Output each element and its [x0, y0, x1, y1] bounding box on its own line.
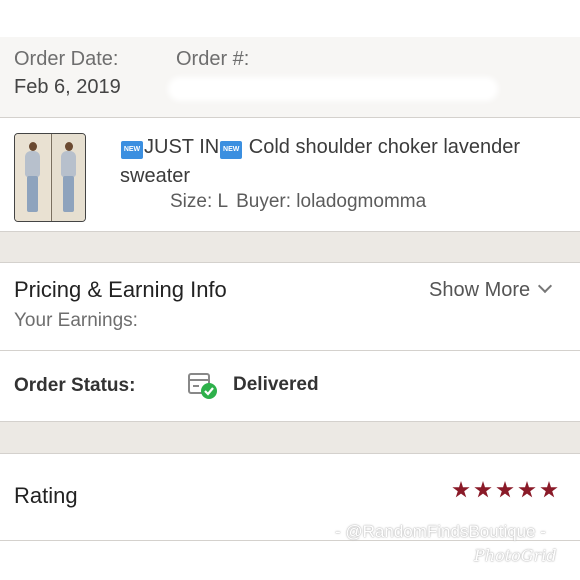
redacted-avatar: [118, 190, 162, 218]
order-date-label: Order Date:: [14, 48, 119, 70]
order-status-value: Delivered: [233, 374, 319, 395]
order-status-section: Order Status: Delivered: [0, 351, 580, 421]
order-status-label: Order Status:: [14, 375, 136, 396]
chevron-down-icon: [538, 278, 553, 294]
item-buyer: Buyer: loladogmomma: [236, 191, 427, 212]
watermark-app: PhotoGrid: [474, 546, 557, 565]
section-gap: [0, 232, 580, 262]
item-meta: Size: L Buyer: loladogmomma: [170, 191, 426, 213]
package-delivered-icon: [188, 373, 217, 399]
redacted-order-number: [168, 77, 498, 101]
star-icon: [518, 481, 536, 498]
show-more-label: Show More: [429, 279, 531, 301]
star-icon: [474, 481, 492, 498]
section-gap: [0, 422, 580, 453]
order-number-label: Order #:: [176, 48, 250, 70]
new-badge-icon: NEW: [220, 141, 243, 159]
rating-label: Rating: [14, 483, 78, 508]
top-margin: [0, 0, 580, 37]
item-thumbnail[interactable]: [14, 133, 86, 222]
star-icon: [452, 481, 470, 498]
thumbnail-back-view: [51, 134, 85, 221]
new-badge-icon: NEW: [121, 141, 143, 159]
watermark-handle: - @RandomFindsBoutique -: [335, 522, 546, 541]
thumbnail-front-view: [15, 134, 50, 221]
earnings-label: Your Earnings:: [14, 310, 138, 331]
redacted-earnings: [160, 310, 245, 334]
star-icon: [540, 481, 558, 498]
star-icon: [496, 481, 514, 498]
pricing-title: Pricing & Earning Info: [14, 277, 227, 302]
show-more-button[interactable]: Show More: [429, 278, 553, 302]
order-item[interactable]: NEW JUST IN NEW Cold shoulder choker laven…: [0, 118, 580, 231]
item-size: Size: L: [170, 191, 229, 212]
star-rating: [452, 481, 562, 501]
pricing-section: Pricing & Earning Info Show More Your Ea…: [0, 263, 580, 350]
item-title[interactable]: NEW JUST IN NEW Cold shoulder choker laven…: [120, 133, 565, 191]
order-header: Order Date: Order #: Feb 6, 2019: [0, 37, 580, 117]
order-date-value: Feb 6, 2019: [14, 76, 121, 98]
item-title-prefix: JUST IN: [144, 136, 220, 158]
